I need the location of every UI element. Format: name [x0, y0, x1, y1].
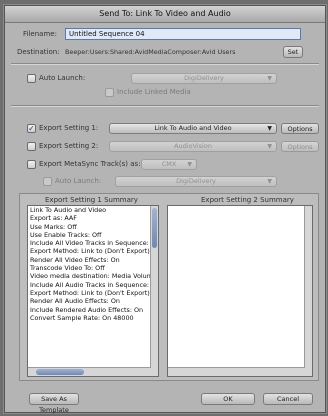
- auto-launch-value: DigiDelivery: [184, 74, 224, 82]
- export-setting-1-options-button[interactable]: Options: [281, 123, 319, 134]
- summary-1-line: Convert Sample Rate: On 48000: [30, 313, 134, 322]
- auto-launch-2-value: DigiDelivery: [176, 177, 216, 185]
- metasync-value: CMX: [161, 160, 177, 168]
- chevron-down-icon: ▼: [267, 125, 272, 132]
- summary-1-hscroll[interactable]: [28, 367, 151, 376]
- metasync-checkbox[interactable]: [27, 160, 36, 169]
- summary-1-list[interactable]: Link To Audio and Video Export as: AAF Use…: [27, 205, 159, 377]
- dialog-title: Send To: Link To Video and Audio: [5, 6, 325, 23]
- auto-launch-label: Auto Launch:: [39, 74, 86, 82]
- chevron-down-icon: ▼: [187, 161, 192, 168]
- set-destination-button[interactable]: Set: [283, 46, 303, 58]
- summary-2-hscroll[interactable]: [168, 367, 305, 376]
- summary-1-line: Use Marks: Off: [30, 222, 77, 231]
- export-setting-2-checkbox[interactable]: [27, 142, 36, 151]
- send-to-dialog: Send To: Link To Video and Audio Filenam…: [4, 5, 326, 414]
- summary-2-vscroll[interactable]: [304, 206, 312, 376]
- export-setting-2-popup[interactable]: AudioVision ▼: [109, 141, 277, 152]
- summary-1-vscroll[interactable]: [150, 206, 158, 376]
- include-media-checkbox[interactable]: [105, 88, 114, 97]
- summary-1-line: Link To Audio and Video: [30, 206, 107, 214]
- filename-label: Filename:: [23, 30, 57, 38]
- scroll-thumb[interactable]: [36, 369, 84, 375]
- summary-1-line: Export as: AAF: [30, 214, 77, 223]
- summary-1-line: Include Rendered Audio Effects: On: [30, 305, 144, 314]
- destination-label: Destination:: [17, 48, 60, 56]
- chevron-down-icon: ▼: [267, 178, 272, 185]
- export-setting-1-checkbox[interactable]: ✓: [27, 124, 36, 133]
- summary-1-line: Export Method: Link to (Don't Export) Me: [30, 247, 150, 256]
- auto-launch-2-label: Auto Launch:: [55, 177, 102, 185]
- summary-1-line: Render All Video Effects: On: [30, 255, 120, 264]
- save-as-template-button[interactable]: Save As Template: [29, 393, 79, 414]
- export-setting-2-value: AudioVision: [174, 142, 212, 150]
- export-setting-2-options-button[interactable]: Options: [281, 141, 319, 152]
- auto-launch-2-popup[interactable]: DigiDelivery ▼: [115, 176, 277, 187]
- export-setting-1-label: Export Setting 1:: [39, 124, 99, 132]
- auto-launch-2-checkbox[interactable]: [43, 177, 52, 186]
- auto-launch-checkbox[interactable]: [27, 74, 36, 83]
- destination-path: Beeper:Users:Shared:AvidMediaComposer:Av…: [65, 48, 236, 56]
- metasync-label: Export MetaSync Track(s) as:: [39, 160, 141, 168]
- scroll-thumb[interactable]: [152, 208, 157, 248]
- chevron-down-icon: ▼: [267, 143, 272, 150]
- metasync-popup[interactable]: CMX ▼: [141, 159, 197, 170]
- filename-field[interactable]: Untitled Sequence 04: [65, 28, 301, 40]
- auto-launch-popup[interactable]: DigiDelivery ▼: [131, 73, 277, 84]
- summary-1-line: Use Enable Tracks: Off: [30, 230, 102, 239]
- checkmark-icon: ✓: [28, 124, 35, 133]
- chevron-down-icon: ▼: [267, 75, 272, 82]
- summary-2-list[interactable]: [167, 205, 313, 377]
- summary-1-line: Video media destination: Media Volume (U: [30, 272, 150, 281]
- summary-1-line: Transcode Video To: Off: [30, 264, 105, 273]
- summary-1-line: Export Method: Link to (Don't Export) Me: [30, 288, 150, 297]
- include-media-label: Include Linked Media: [117, 88, 191, 96]
- export-setting-1-popup[interactable]: Link To Audio and Video ▼: [109, 123, 277, 134]
- summary-1-line: Render All Audio Effects: On: [30, 297, 120, 306]
- export-setting-1-value: Link To Audio and Video: [154, 124, 232, 132]
- summary-1-title: Export Setting 1 Summary: [45, 196, 138, 204]
- export-setting-2-label: Export Setting 2:: [39, 142, 99, 150]
- ok-button[interactable]: OK: [201, 393, 255, 405]
- cancel-button[interactable]: Cancel: [263, 393, 313, 405]
- summary-1-line: Include All Audio Tracks in Sequence: On: [30, 280, 150, 289]
- summary-1-line: Include All Video Tracks in Sequence: On: [30, 239, 150, 248]
- summary-2-title: Export Setting 2 Summary: [201, 196, 294, 204]
